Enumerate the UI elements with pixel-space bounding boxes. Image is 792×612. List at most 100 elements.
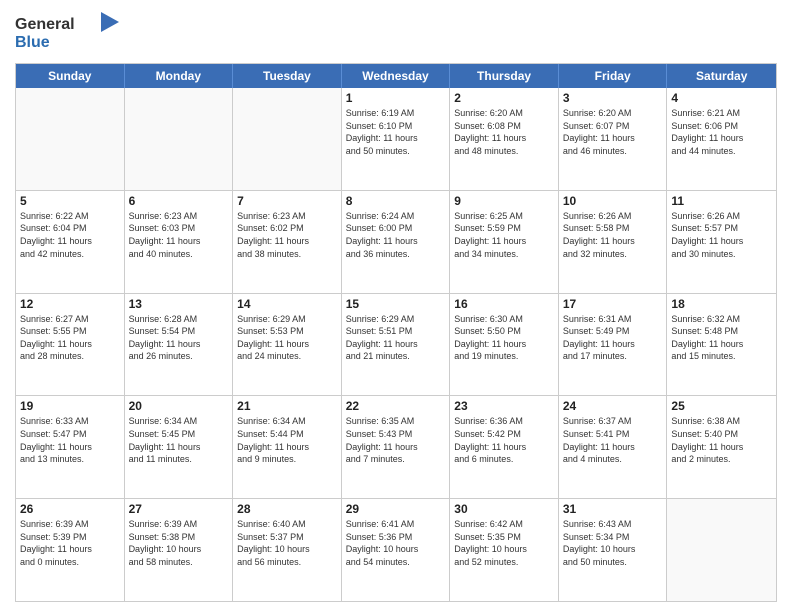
calendar-row-2: 5 Sunrise: 6:22 AMSunset: 6:04 PMDaylight… <box>16 190 776 293</box>
day-number: 29 <box>346 502 446 516</box>
day-number: 17 <box>563 297 663 311</box>
svg-text:General: General <box>15 16 75 33</box>
calendar-day-7: 7Sunrise: 6:23 AMSunset: 6:02 PMDaylight… <box>233 191 342 293</box>
calendar-day-14: 14 Sunrise: 6:29 AMSunset: 5:53 PMDayligh… <box>233 294 342 396</box>
day-number: 8 <box>346 194 446 208</box>
day-number: 19 <box>20 399 120 413</box>
weekday-header-thursday: Thursday <box>450 64 559 88</box>
day-info: Sunrise: 6:35 AMSunset: 5:43 PMDaylight:… <box>346 415 446 465</box>
day-number: 21 <box>237 399 337 413</box>
calendar-day-empty <box>16 88 125 190</box>
calendar-day-23: 23Sunrise: 6:36 AMSunset: 5:42 PMDayligh… <box>450 396 559 498</box>
calendar-day-31: 31 Sunrise: 6:43 AMSunset: 5:34 PMDayligh… <box>559 499 668 601</box>
header: General Blue <box>15 10 777 55</box>
day-number: 14 <box>237 297 337 311</box>
day-info: Sunrise: 6:43 AMSunset: 5:34 PMDaylight:… <box>563 518 663 568</box>
calendar-day-12: 12 Sunrise: 6:27 AMSunset: 5:55 PMDayligh… <box>16 294 125 396</box>
weekday-header-friday: Friday <box>559 64 668 88</box>
day-number: 24 <box>563 399 663 413</box>
day-info: Sunrise: 6:33 AMSunset: 5:47 PMDaylight:… <box>20 415 120 465</box>
calendar-day-empty <box>233 88 342 190</box>
day-number: 15 <box>346 297 446 311</box>
day-info: Sunrise: 6:30 AMSunset: 5:50 PMDaylight:… <box>454 313 554 363</box>
day-number: 27 <box>129 502 229 516</box>
logo: General Blue <box>15 10 125 55</box>
day-number: 30 <box>454 502 554 516</box>
day-number: 22 <box>346 399 446 413</box>
calendar-day-30: 30 Sunrise: 6:42 AMSunset: 5:35 PMDayligh… <box>450 499 559 601</box>
calendar-row-5: 26 Sunrise: 6:39 AMSunset: 5:39 PMDayligh… <box>16 498 776 601</box>
day-info: Sunrise: 6:22 AMSunset: 6:04 PMDaylight:… <box>20 210 120 260</box>
calendar-day-20: 20 Sunrise: 6:34 AMSunset: 5:45 PMDayligh… <box>125 396 234 498</box>
day-info: Sunrise: 6:29 AMSunset: 5:51 PMDaylight:… <box>346 313 446 363</box>
calendar-day-5: 5 Sunrise: 6:22 AMSunset: 6:04 PMDaylight… <box>16 191 125 293</box>
day-info: Sunrise: 6:42 AMSunset: 5:35 PMDaylight:… <box>454 518 554 568</box>
page: General Blue SundayMondayTuesdayWednesda… <box>0 0 792 612</box>
calendar-day-29: 29 Sunrise: 6:41 AMSunset: 5:36 PMDayligh… <box>342 499 451 601</box>
day-info: Sunrise: 6:39 AMSunset: 5:38 PMDaylight:… <box>129 518 229 568</box>
calendar-day-18: 18 Sunrise: 6:32 AMSunset: 5:48 PMDayligh… <box>667 294 776 396</box>
day-number: 18 <box>671 297 772 311</box>
calendar-day-22: 22 Sunrise: 6:35 AMSunset: 5:43 PMDayligh… <box>342 396 451 498</box>
day-number: 23 <box>454 399 554 413</box>
day-info: Sunrise: 6:26 AMSunset: 5:58 PMDaylight:… <box>563 210 663 260</box>
day-number: 31 <box>563 502 663 516</box>
day-info: Sunrise: 6:31 AMSunset: 5:49 PMDaylight:… <box>563 313 663 363</box>
day-number: 25 <box>671 399 772 413</box>
calendar-day-2: 2 Sunrise: 6:20 AMSunset: 6:08 PMDaylight… <box>450 88 559 190</box>
calendar-row-4: 19 Sunrise: 6:33 AMSunset: 5:47 PMDayligh… <box>16 395 776 498</box>
calendar-body: 1 Sunrise: 6:19 AMSunset: 6:10 PMDaylight… <box>16 88 776 601</box>
day-info: Sunrise: 6:32 AMSunset: 5:48 PMDaylight:… <box>671 313 772 363</box>
day-info: Sunrise: 6:23 AMSunset: 6:03 PMDaylight:… <box>129 210 229 260</box>
day-info: Sunrise: 6:39 AMSunset: 5:39 PMDaylight:… <box>20 518 120 568</box>
day-info: Sunrise: 6:27 AMSunset: 5:55 PMDaylight:… <box>20 313 120 363</box>
day-info: Sunrise: 6:28 AMSunset: 5:54 PMDaylight:… <box>129 313 229 363</box>
day-number: 13 <box>129 297 229 311</box>
calendar-day-17: 17 Sunrise: 6:31 AMSunset: 5:49 PMDayligh… <box>559 294 668 396</box>
calendar-day-8: 8 Sunrise: 6:24 AMSunset: 6:00 PMDaylight… <box>342 191 451 293</box>
day-info: Sunrise: 6:29 AMSunset: 5:53 PMDaylight:… <box>237 313 337 363</box>
day-number: 9 <box>454 194 554 208</box>
day-info: Sunrise: 6:24 AMSunset: 6:00 PMDaylight:… <box>346 210 446 260</box>
weekday-header-wednesday: Wednesday <box>342 64 451 88</box>
calendar-day-24: 24 Sunrise: 6:37 AMSunset: 5:41 PMDayligh… <box>559 396 668 498</box>
calendar-row-1: 1 Sunrise: 6:19 AMSunset: 6:10 PMDaylight… <box>16 88 776 190</box>
day-info: Sunrise: 6:20 AMSunset: 6:08 PMDaylight:… <box>454 107 554 157</box>
calendar-day-25: 25 Sunrise: 6:38 AMSunset: 5:40 PMDayligh… <box>667 396 776 498</box>
day-info: Sunrise: 6:20 AMSunset: 6:07 PMDaylight:… <box>563 107 663 157</box>
calendar-day-10: 10Sunrise: 6:26 AMSunset: 5:58 PMDayligh… <box>559 191 668 293</box>
weekday-header-tuesday: Tuesday <box>233 64 342 88</box>
calendar-day-6: 6Sunrise: 6:23 AMSunset: 6:03 PMDaylight… <box>125 191 234 293</box>
calendar-day-empty <box>667 499 776 601</box>
day-number: 28 <box>237 502 337 516</box>
calendar-header: SundayMondayTuesdayWednesdayThursdayFrid… <box>16 64 776 88</box>
calendar-day-19: 19 Sunrise: 6:33 AMSunset: 5:47 PMDayligh… <box>16 396 125 498</box>
day-info: Sunrise: 6:37 AMSunset: 5:41 PMDaylight:… <box>563 415 663 465</box>
calendar-day-empty <box>125 88 234 190</box>
day-info: Sunrise: 6:40 AMSunset: 5:37 PMDaylight:… <box>237 518 337 568</box>
day-info: Sunrise: 6:34 AMSunset: 5:45 PMDaylight:… <box>129 415 229 465</box>
day-number: 4 <box>671 91 772 105</box>
day-number: 20 <box>129 399 229 413</box>
calendar-day-9: 9 Sunrise: 6:25 AMSunset: 5:59 PMDaylight… <box>450 191 559 293</box>
day-number: 12 <box>20 297 120 311</box>
day-info: Sunrise: 6:38 AMSunset: 5:40 PMDaylight:… <box>671 415 772 465</box>
day-info: Sunrise: 6:23 AMSunset: 6:02 PMDaylight:… <box>237 210 337 260</box>
day-info: Sunrise: 6:26 AMSunset: 5:57 PMDaylight:… <box>671 210 772 260</box>
day-info: Sunrise: 6:19 AMSunset: 6:10 PMDaylight:… <box>346 107 446 157</box>
day-info: Sunrise: 6:41 AMSunset: 5:36 PMDaylight:… <box>346 518 446 568</box>
day-number: 1 <box>346 91 446 105</box>
calendar-day-4: 4 Sunrise: 6:21 AMSunset: 6:06 PMDaylight… <box>667 88 776 190</box>
day-info: Sunrise: 6:21 AMSunset: 6:06 PMDaylight:… <box>671 107 772 157</box>
day-number: 2 <box>454 91 554 105</box>
calendar-day-21: 21Sunrise: 6:34 AMSunset: 5:44 PMDayligh… <box>233 396 342 498</box>
weekday-header-sunday: Sunday <box>16 64 125 88</box>
calendar-day-16: 16 Sunrise: 6:30 AMSunset: 5:50 PMDayligh… <box>450 294 559 396</box>
calendar-day-11: 11Sunrise: 6:26 AMSunset: 5:57 PMDayligh… <box>667 191 776 293</box>
weekday-header-monday: Monday <box>125 64 234 88</box>
day-info: Sunrise: 6:25 AMSunset: 5:59 PMDaylight:… <box>454 210 554 260</box>
day-number: 26 <box>20 502 120 516</box>
day-number: 5 <box>20 194 120 208</box>
day-number: 16 <box>454 297 554 311</box>
svg-text:Blue: Blue <box>15 34 50 51</box>
